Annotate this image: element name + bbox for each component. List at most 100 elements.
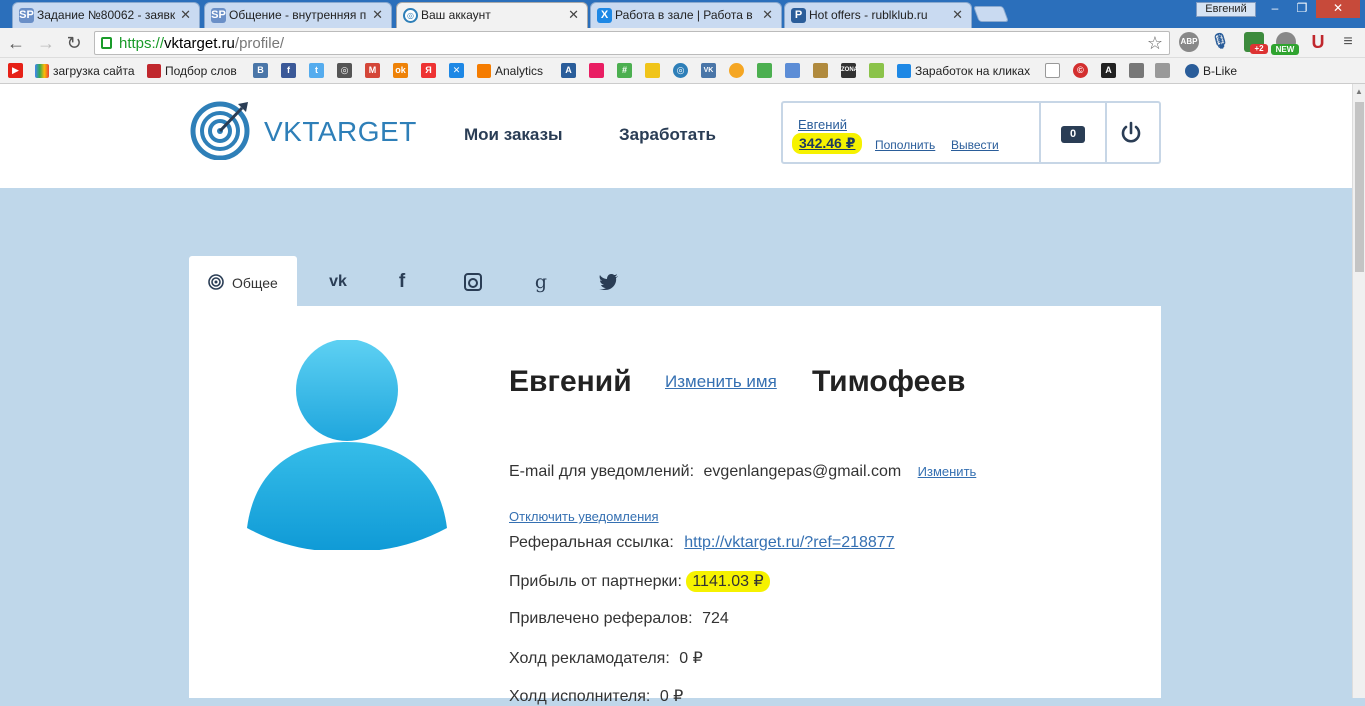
new-tab-button[interactable] [973,6,1009,22]
extension-icon[interactable]: U [1308,32,1328,52]
a-icon[interactable]: A [561,63,576,78]
disable-notifications-link[interactable]: Отключить уведомления [509,509,659,524]
close-icon[interactable]: ✕ [952,7,963,23]
last-name: Тимофеев [812,365,966,398]
nav-earn[interactable]: Заработать [619,125,716,145]
withdraw-link[interactable]: Вывести [951,138,999,152]
facebook-icon[interactable]: f [281,63,296,78]
browser-tab[interactable]: SP Задание №80062 - заявк ✕ [12,2,200,28]
scroll-up-icon[interactable]: ▲ [1355,87,1363,96]
x-icon[interactable]: ✕ [449,63,464,78]
close-window-icon[interactable]: ✕ [1316,0,1360,18]
tab-general[interactable]: Общее [189,256,297,306]
browser-chrome: SP Задание №80062 - заявк ✕ SP Общение -… [0,0,1365,84]
badge: NEW [1271,44,1299,55]
site-logo[interactable]: VKTARGET [190,98,420,164]
messages-button[interactable]: 0 [1061,126,1085,143]
bars-icon[interactable] [757,63,772,78]
adblock-icon[interactable]: ABP [1179,32,1199,52]
power-icon[interactable] [1119,121,1143,145]
bookmark-item[interactable]: загрузка сайта [35,62,135,80]
account-name-link[interactable]: Евгений [798,117,847,132]
accessibility-icon[interactable] [1129,63,1144,78]
profile-card: Евгений Изменить имя Тимофеев E-mail для… [189,306,1161,705]
divider [1105,103,1107,162]
close-icon[interactable]: ✕ [372,7,383,23]
scrollbar[interactable]: ▲ [1352,84,1365,698]
forward-icon[interactable]: → [36,33,56,53]
tab-favicon: SP [19,8,34,23]
instagram-icon[interactable] [460,271,486,293]
change-email-link[interactable]: Изменить [918,464,977,479]
google-plus-icon[interactable]: g [528,271,554,293]
badge: +2 [1250,44,1268,54]
email-label: E-mail для уведомлений: [509,463,695,480]
gmail-icon[interactable]: M [365,63,380,78]
bookmark-item[interactable]: Analytics [477,62,543,80]
bookmark-icon[interactable] [589,63,604,78]
vk-icon[interactable]: VK [701,63,716,78]
tab-title: Работа в зале | Работа в [615,8,753,22]
bookmark-icon[interactable] [813,63,828,78]
restore-icon[interactable]: ❐ [1289,0,1315,18]
slack-icon[interactable]: # [617,63,632,78]
target-icon [208,274,224,290]
minimize-icon[interactable]: – [1262,0,1288,18]
target-logo-icon [190,101,250,160]
balance-amount[interactable]: 342.46 ₽ [792,133,863,154]
microphone-icon[interactable]: 🎙 [1210,32,1230,52]
bookmark-icon[interactable] [869,63,884,78]
star-icon[interactable]: ☆ [1147,33,1163,54]
edit-name-link[interactable]: Изменить имя [665,372,777,392]
tab-favicon: X [597,8,612,23]
exec-hold-label: Холд исполнителя: [509,688,651,705]
a-icon[interactable]: A [1101,63,1116,78]
close-icon[interactable]: ✕ [568,7,579,23]
page-icon[interactable] [1045,63,1060,78]
google-icon [35,64,49,78]
reload-icon[interactable]: ↻ [64,33,84,53]
hand-icon[interactable] [1155,63,1170,78]
nav-my-orders[interactable]: Мои заказы [464,125,563,145]
bookmark-item[interactable]: Заработок на кликах [897,62,1030,80]
instagram-icon[interactable]: ◎ [337,63,352,78]
bars-icon[interactable] [785,63,800,78]
twitter-icon[interactable] [596,271,622,293]
ok-icon[interactable]: ok [393,63,408,78]
bookmark-icon[interactable] [645,63,660,78]
browser-tab[interactable]: SP Общение - внутренняя п ✕ [204,2,392,28]
bookmark-item[interactable]: Подбор слов [147,62,237,80]
account-box: Евгений 342.46 ₽ Пополнить Вывести 0 [781,101,1161,164]
topup-link[interactable]: Пополнить [875,138,935,152]
zona-icon[interactable]: ZONA [841,63,858,78]
scrollbar-thumb[interactable] [1355,102,1364,272]
chart-icon [147,64,161,78]
referral-link[interactable]: http://vktarget.ru/?ref=218877 [684,534,894,551]
partner-value: 1141.03 ₽ [686,571,770,592]
vk-icon[interactable]: B [253,63,268,78]
close-icon[interactable]: ✕ [180,7,191,23]
browser-tab-active[interactable]: ◎ Ваш аккаунт ✕ [396,2,588,28]
close-icon[interactable]: ✕ [762,7,773,23]
facebook-icon[interactable]: f [389,271,415,293]
copyright-icon[interactable]: © [1073,63,1088,78]
browser-tab[interactable]: X Работа в зале | Работа в ✕ [590,2,782,28]
notifications-row: Отключить уведомления [509,508,659,526]
twitter-icon[interactable]: t [309,63,324,78]
browser-tab[interactable]: P Hot offers - rublklub.ru ✕ [784,2,972,28]
url-input[interactable]: https://vktarget.ru/profile/ ☆ [94,31,1170,55]
referral-label: Реферальная ссылка: [509,534,674,551]
target-icon: ◎ [403,8,418,23]
youtube-icon[interactable]: ▶ [8,63,23,78]
back-icon[interactable]: ← [6,33,26,53]
lock-icon [101,37,112,49]
tab-favicon: SP [211,8,226,23]
profile-chip[interactable]: Евгений [1196,2,1256,17]
vk-icon[interactable]: vk [325,271,351,293]
menu-icon[interactable]: ≡ [1338,32,1358,52]
bookmark-item[interactable]: B-Like [1185,62,1237,80]
target-icon[interactable]: ◎ [673,63,688,78]
bookmark-icon[interactable] [729,63,744,78]
partner-row: Прибыль от партнерки: 1141.03 ₽ [509,571,770,592]
yandex-icon[interactable]: Я [421,63,436,78]
